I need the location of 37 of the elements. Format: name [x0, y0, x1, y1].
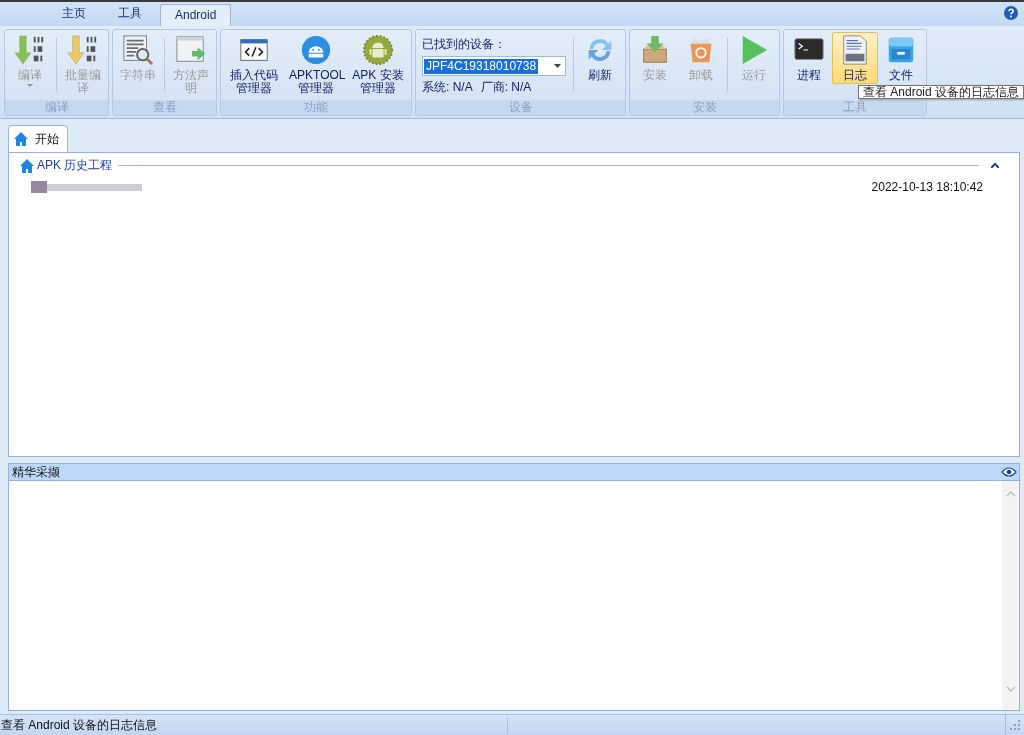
collapse-caret-icon[interactable]: [991, 163, 999, 168]
document-tab[interactable]: 开始: [8, 125, 68, 152]
project-entry[interactable]: 2022-10-13 18:10:42: [19, 174, 999, 194]
android-head-icon: [300, 34, 332, 66]
ribbon-button[interactable]: 日志: [832, 32, 878, 84]
section-title: APK 历史工程: [37, 157, 113, 174]
status-text: 查看 Android 设备的日志信息: [0, 716, 508, 734]
eye-icon[interactable]: [1001, 467, 1017, 477]
project-date: 2022-10-13 18:10:42: [871, 180, 983, 194]
dropdown-caret-icon: [554, 64, 561, 68]
resize-grip-icon[interactable]: [1010, 720, 1020, 730]
home-icon: [13, 131, 29, 147]
device-dropdown[interactable]: JPF4C19318010738: [422, 56, 566, 76]
system-info: 系统: N/A: [422, 79, 473, 96]
help-icon[interactable]: [1004, 6, 1018, 20]
scroll-up-icon[interactable]: [1005, 491, 1016, 497]
dropdown-caret-icon: [27, 84, 33, 87]
ribbon-button[interactable]: APK 安装管理器: [347, 32, 409, 97]
tooltip: 查看 Android 设备的日志信息: [858, 85, 1024, 99]
refresh-button[interactable]: 刷新: [577, 32, 623, 84]
ribbon-tab[interactable]: Android: [160, 4, 232, 26]
arrow-binary-icon: [14, 34, 46, 66]
ribbon-button[interactable]: APKTOOL 管理器: [285, 32, 347, 97]
home-icon: [19, 157, 35, 174]
vendor-info: 厂商: N/A: [480, 79, 532, 96]
device-caption: 已找到的设备：: [422, 36, 507, 53]
panel-title: 精华采撷: [12, 463, 60, 481]
ribbon-button[interactable]: 进程: [786, 32, 832, 84]
ribbon-tab[interactable]: 工具: [104, 2, 156, 26]
android-badge-icon: [362, 34, 394, 66]
arrow-binary-icon: [67, 34, 99, 66]
document-magnifier-icon: [122, 34, 154, 66]
ribbon-button[interactable]: 文件: [878, 32, 924, 84]
ribbon-tab[interactable]: 主页: [48, 2, 100, 26]
scrollbar[interactable]: [1002, 481, 1019, 710]
scroll-down-icon[interactable]: [1005, 686, 1016, 692]
ribbon-button[interactable]: 插入代码管理器: [223, 32, 285, 97]
